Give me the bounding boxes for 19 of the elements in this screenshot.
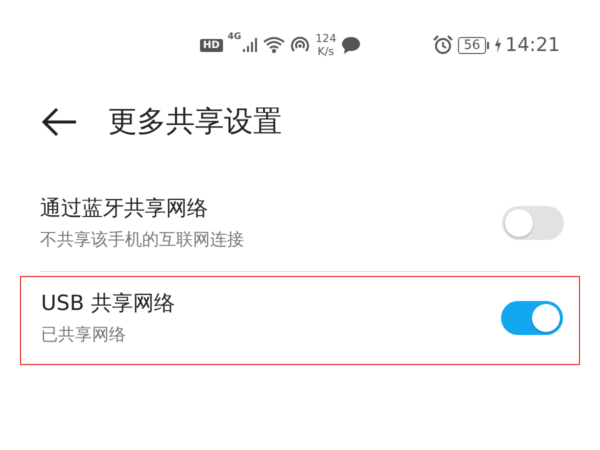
- setting-subtitle: 已共享网络: [41, 324, 127, 346]
- battery-level: 56: [458, 36, 486, 54]
- page-title: 更多共享设置: [108, 103, 282, 140]
- signal-icon: [242, 37, 258, 53]
- toggle-switch[interactable]: [502, 206, 564, 240]
- hd-badge: HD: [200, 38, 223, 52]
- message-icon: [341, 36, 362, 54]
- network-type: 4G: [228, 32, 242, 42]
- clock-time: 14:21: [505, 34, 560, 56]
- setting-title: USB 共享网络: [41, 290, 175, 317]
- hotspot-icon: [290, 36, 310, 54]
- speed-unit: K/s: [318, 45, 334, 58]
- back-arrow-icon[interactable]: [42, 107, 78, 137]
- wifi-icon: [263, 36, 286, 54]
- setting-title: 通过蓝牙共享网络: [40, 195, 209, 222]
- setting-subtitle: 不共享该手机的互联网连接: [40, 229, 244, 251]
- speed-value: 124: [315, 32, 336, 45]
- alarm-icon: [432, 35, 453, 55]
- toggle-switch[interactable]: [501, 300, 563, 334]
